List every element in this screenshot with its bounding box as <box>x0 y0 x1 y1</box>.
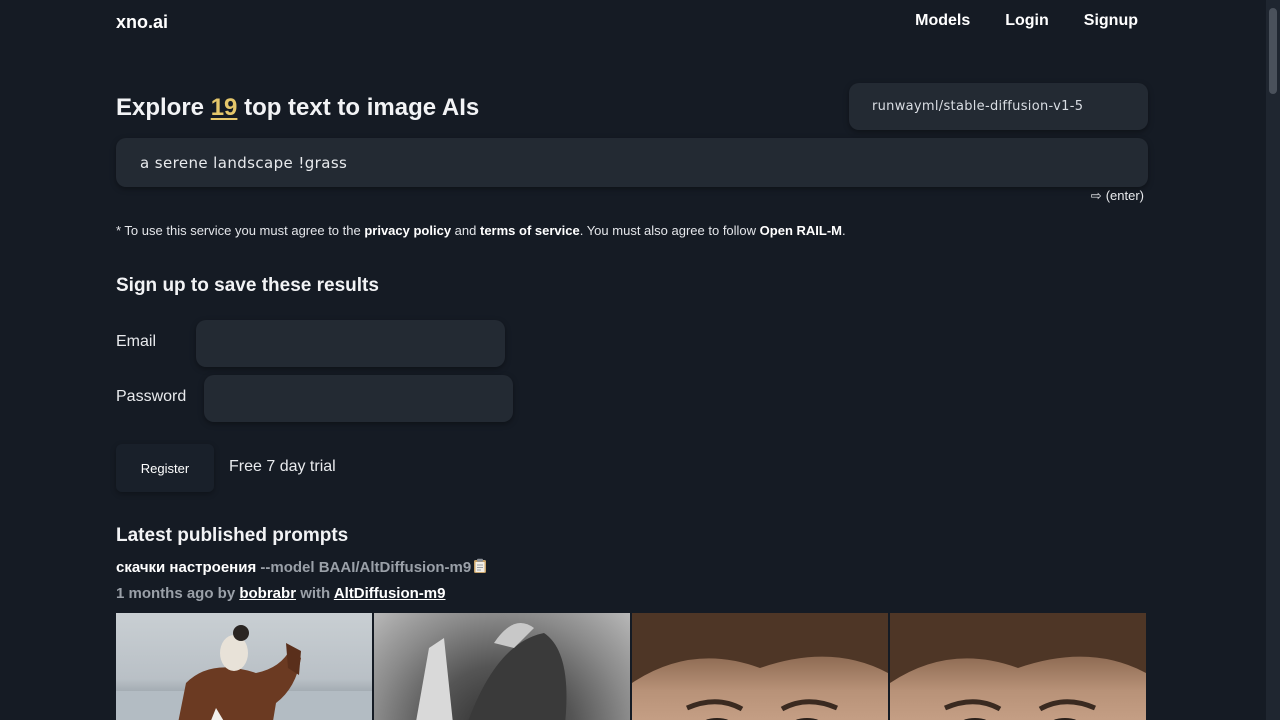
terms-notice: * To use this service you must agree to … <box>116 223 846 238</box>
email-field[interactable] <box>196 320 505 367</box>
model-link[interactable]: AltDiffusion-m9 <box>334 585 446 602</box>
password-label: Password <box>116 388 187 405</box>
notice-text: * To use this service you must agree to … <box>116 223 365 238</box>
page-scrollbar[interactable] <box>1266 0 1280 720</box>
latest-prompts-title: Latest published prompts <box>116 525 349 546</box>
published-prompt: скачки настроения --model BAAI/AltDiffus… <box>116 558 488 576</box>
notice-text: . <box>842 223 846 238</box>
portrait-thumbnail[interactable] <box>632 613 888 720</box>
nav-models[interactable]: Models <box>915 12 970 30</box>
open-rail-link[interactable]: Open RAIL-M <box>760 223 842 238</box>
privacy-policy-link[interactable]: privacy policy <box>364 223 451 238</box>
portrait-thumbnail[interactable] <box>890 613 1146 720</box>
author-link[interactable]: bobrabr <box>239 585 296 602</box>
model-count-link[interactable]: 19 <box>211 94 238 121</box>
with-text: with <box>296 585 334 602</box>
page: xno.ai Models Login Signup Explore 19 to… <box>0 0 1280 720</box>
enter-hint[interactable]: ⇨ (enter) <box>1091 188 1148 204</box>
notice-text: and <box>451 223 480 238</box>
register-button[interactable]: Register <box>116 444 214 492</box>
arrow-right-icon: ⇨ <box>1090 188 1102 203</box>
terms-of-service-link[interactable]: terms of service <box>480 223 580 238</box>
clipboard-icon[interactable] <box>472 558 488 574</box>
notice-text: . You must also agree to follow <box>579 223 760 238</box>
top-nav: Models Login Signup <box>915 12 1138 30</box>
nav-login[interactable]: Login <box>1005 12 1049 30</box>
title-suffix: top text to image AIs <box>237 94 480 121</box>
time-ago: 1 months ago by <box>116 585 240 602</box>
trial-text: Free 7 day trial <box>229 458 336 475</box>
scrollbar-thumb[interactable] <box>1269 8 1277 94</box>
brand-logo[interactable]: xno.ai <box>116 12 168 33</box>
password-field[interactable] <box>204 375 513 422</box>
image-gallery <box>116 613 1146 720</box>
nav-signup[interactable]: Signup <box>1084 12 1138 30</box>
model-select[interactable]: runwayml/stable-diffusion-v1-5 <box>849 83 1148 130</box>
horse-closeup-thumbnail[interactable] <box>374 613 630 720</box>
title-prefix: Explore <box>116 94 211 121</box>
prompt-input[interactable] <box>116 138 1148 187</box>
enter-hint-label: (enter) <box>1105 188 1144 203</box>
prompt-meta: 1 months ago by bobrabr with AltDiffusio… <box>116 585 445 602</box>
signup-title: Sign up to save these results <box>116 275 379 296</box>
horse-rider-thumbnail[interactable] <box>116 613 372 720</box>
email-label: Email <box>116 333 157 350</box>
prompt-model-flag: --model BAAI/AltDiffusion-m9 <box>256 559 472 576</box>
page-title: Explore 19 top text to image AIs <box>116 94 479 122</box>
prompt-text: скачки настроения <box>116 559 257 576</box>
